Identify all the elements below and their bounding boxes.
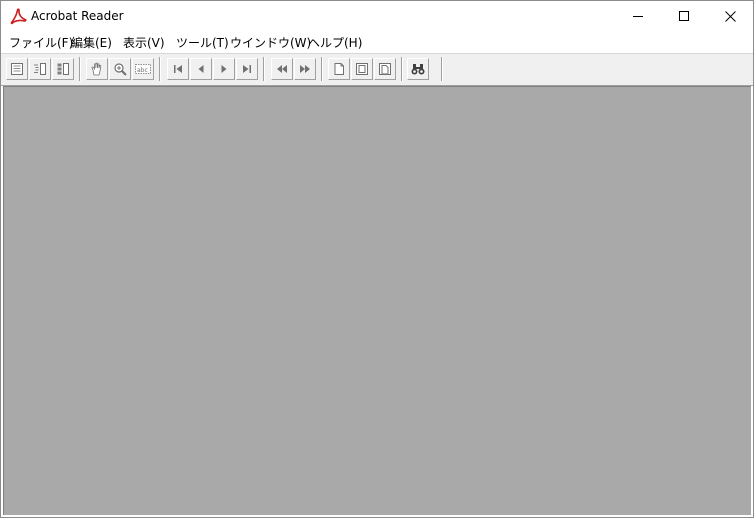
hand-tool-icon: [91, 62, 102, 76]
fit-page-button[interactable]: [351, 58, 373, 80]
go-forward-icon: [300, 65, 310, 73]
text-select-tool-icon: abc: [135, 64, 151, 74]
page-only-button[interactable]: [6, 58, 28, 80]
go-back-icon: [277, 65, 287, 73]
next-page-button[interactable]: [213, 58, 235, 80]
previous-page-icon: [198, 65, 204, 73]
fit-page-icon: [356, 63, 368, 75]
document-area[interactable]: [3, 86, 751, 515]
menu-tools[interactable]: ツール(T): [176, 34, 229, 51]
menu-help[interactable]: ヘルプ(H): [308, 34, 362, 51]
hand-tool-button[interactable]: [86, 58, 108, 80]
toolbar: abc: [1, 53, 753, 86]
menu-view[interactable]: 表示(V): [123, 34, 165, 51]
toolbar-separator: [321, 57, 323, 81]
close-icon: [724, 10, 736, 22]
toolbar-separator: [159, 57, 161, 81]
toolbar-separator: [441, 57, 443, 81]
toolbar-separator: [79, 57, 81, 81]
maximize-icon: [679, 11, 689, 21]
previous-page-button[interactable]: [190, 58, 212, 80]
thumbnails-and-page-icon: [57, 63, 69, 75]
last-page-icon: [243, 65, 251, 73]
app-window: Acrobat Reader ファイル(F) 編集(E) 表示(V) ツール(T…: [0, 0, 754, 518]
go-back-button[interactable]: [271, 58, 293, 80]
maximize-button[interactable]: [661, 1, 707, 31]
next-page-icon: [221, 65, 227, 73]
thumbnails-and-page-button[interactable]: [52, 58, 74, 80]
first-page-button[interactable]: [167, 58, 189, 80]
window-title: Acrobat Reader: [31, 9, 124, 23]
menu-file[interactable]: ファイル(F): [9, 34, 73, 51]
actual-size-icon: [334, 63, 344, 75]
menu-edit[interactable]: 編集(E): [71, 34, 112, 51]
find-icon: [411, 64, 425, 75]
fit-width-icon: [379, 63, 391, 75]
text-select-tool-button[interactable]: abc: [132, 58, 154, 80]
menu-window[interactable]: ウインドウ(W): [230, 34, 311, 51]
actual-size-button[interactable]: [328, 58, 350, 80]
menu-bar: ファイル(F) 編集(E) 表示(V) ツール(T) ウインドウ(W) ヘルプ(…: [1, 31, 753, 52]
close-button[interactable]: [707, 1, 753, 31]
go-forward-button[interactable]: [294, 58, 316, 80]
minimize-icon: [633, 16, 643, 17]
svg-text:abc: abc: [137, 67, 148, 74]
acrobat-logo-icon: [10, 8, 27, 25]
first-page-icon: [174, 65, 182, 73]
toolbar-separator: [401, 57, 403, 81]
title-bar[interactable]: Acrobat Reader: [1, 1, 753, 31]
zoom-tool-icon: [114, 63, 127, 76]
fit-width-button[interactable]: [374, 58, 396, 80]
zoom-tool-button[interactable]: [109, 58, 131, 80]
minimize-button[interactable]: [615, 1, 661, 31]
page-only-icon: [11, 63, 23, 75]
bookmarks-and-page-icon: [34, 63, 46, 75]
last-page-button[interactable]: [236, 58, 258, 80]
toolbar-separator: [263, 57, 265, 81]
bookmarks-and-page-button[interactable]: [29, 58, 51, 80]
find-button[interactable]: [407, 58, 429, 80]
